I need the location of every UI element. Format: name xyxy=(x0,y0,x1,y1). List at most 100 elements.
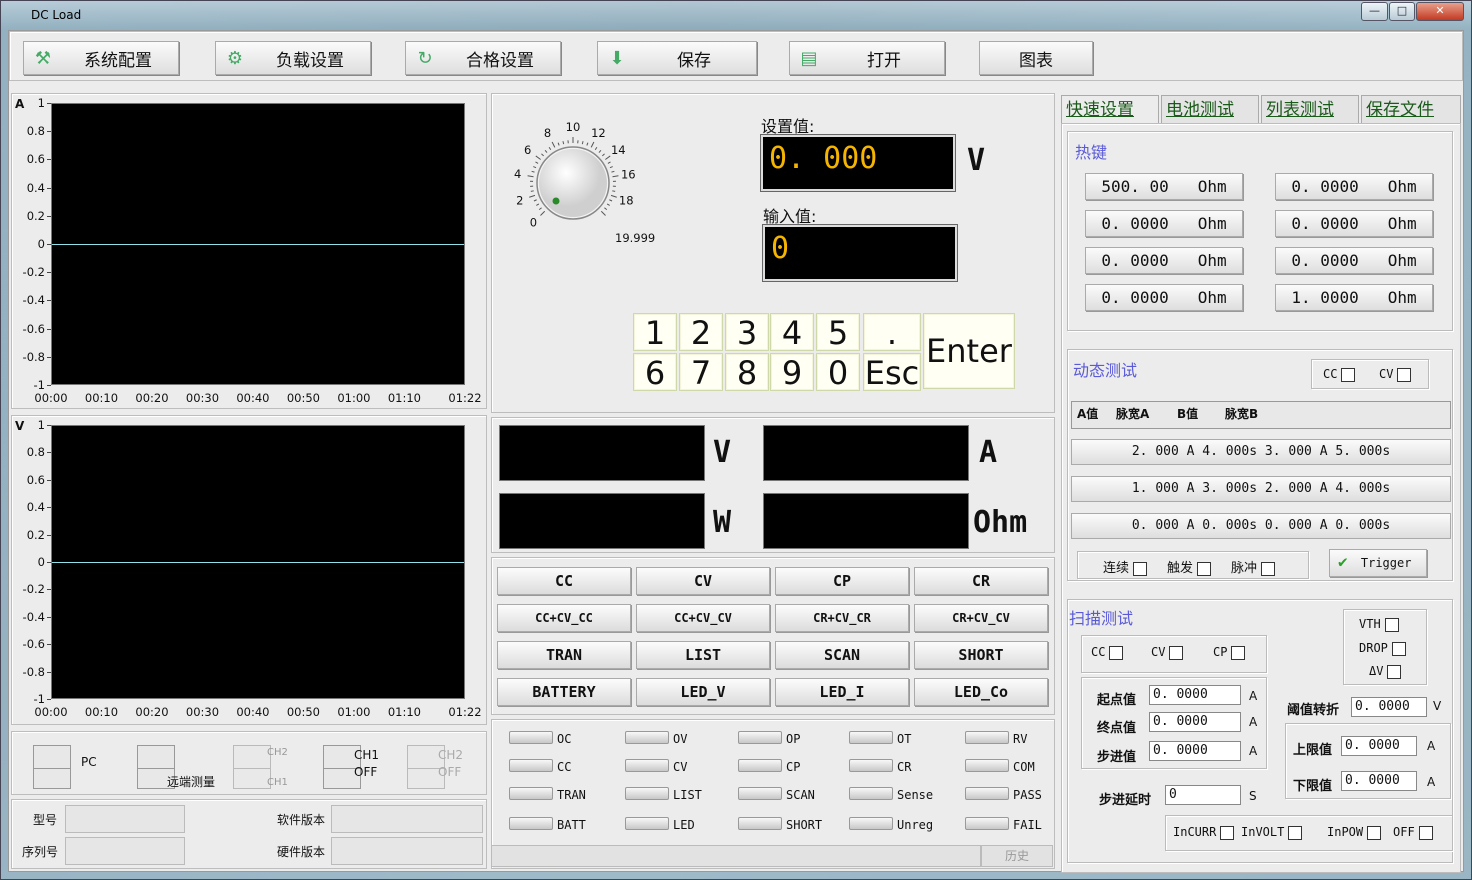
mode-button-cp[interactable]: CP xyxy=(775,567,909,595)
dynamic-row-2[interactable]: 1. 000 A 3. 000s 2. 000 A 4. 000s xyxy=(1071,476,1451,502)
input-label: 输入值: xyxy=(763,207,817,226)
off-checkbox[interactable] xyxy=(1418,825,1433,840)
hotkey-button-2[interactable]: 0. 0000 Ohm xyxy=(1085,210,1243,237)
key-6[interactable]: 6 xyxy=(633,353,677,392)
voltage-unit: V xyxy=(713,435,732,470)
tab-2[interactable]: 列表测试 xyxy=(1261,95,1359,123)
incurr-checkbox[interactable] xyxy=(1220,825,1235,840)
scan-cv-checkbox[interactable] xyxy=(1169,645,1184,660)
involt-checkbox[interactable] xyxy=(1288,825,1303,840)
end-unit: A xyxy=(1249,715,1258,729)
knob-tick xyxy=(562,141,565,145)
key-4[interactable]: 4 xyxy=(770,313,814,352)
inpow-checkbox[interactable] xyxy=(1367,825,1382,840)
key-1[interactable]: 1 xyxy=(633,313,677,352)
step-field[interactable]: 0. 0000 xyxy=(1149,741,1241,761)
mode-button-cc-cv-cc[interactable]: CC+CV_CC xyxy=(497,604,631,632)
mode-button-led-co[interactable]: LED_Co xyxy=(914,678,1048,706)
toolbar-button-0[interactable]: ⚒ 系统配置 xyxy=(23,41,179,75)
status-led-list xyxy=(625,787,669,800)
key-3[interactable]: 3 xyxy=(725,313,769,352)
hotkey-button-3[interactable]: 0. 0000 Ohm xyxy=(1275,210,1433,237)
hotkey-button-6[interactable]: 0. 0000 Ohm xyxy=(1085,284,1243,311)
continuous-checkbox[interactable] xyxy=(1133,561,1148,576)
key-9[interactable]: 9 xyxy=(770,353,814,392)
mode-button-cr[interactable]: CR xyxy=(914,567,1048,595)
upper-limit-field[interactable]: 0. 0000 xyxy=(1341,736,1417,756)
scan-cc-checkbox[interactable] xyxy=(1109,645,1124,660)
key-0[interactable]: 0 xyxy=(816,353,860,392)
start-field[interactable]: 0. 0000 xyxy=(1149,685,1241,705)
key-enter[interactable]: Enter xyxy=(923,313,1015,389)
mode-button-led-i[interactable]: LED_I xyxy=(775,678,909,706)
mode-button-led-v[interactable]: LED_V xyxy=(636,678,770,706)
delay-field[interactable]: 0 xyxy=(1165,785,1241,805)
key-7[interactable]: 7 xyxy=(679,353,723,392)
dynamic-cc-checkbox[interactable] xyxy=(1341,367,1356,382)
mode-button-short[interactable]: SHORT xyxy=(914,641,1048,669)
mode-button-cv[interactable]: CV xyxy=(636,567,770,595)
hotkey-button-1[interactable]: 0. 0000 Ohm xyxy=(1275,173,1433,200)
mode-button-battery[interactable]: BATTERY xyxy=(497,678,631,706)
hotkey-button-4[interactable]: 0. 0000 Ohm xyxy=(1085,247,1243,274)
key-5[interactable]: 5 xyxy=(816,313,860,352)
scan-cp-checkbox[interactable] xyxy=(1231,645,1246,660)
tab-1[interactable]: 电池测试 xyxy=(1161,95,1259,123)
hotkey-button-7[interactable]: 1. 0000 Ohm xyxy=(1275,284,1433,311)
input-display[interactable]: 0 xyxy=(762,224,958,282)
key-dot[interactable]: . xyxy=(863,313,921,352)
close-button[interactable]: ✕ xyxy=(1416,2,1464,21)
history-button[interactable]: 历史 xyxy=(981,845,1053,867)
dynamic-cv-checkbox[interactable] xyxy=(1397,367,1412,382)
minimize-button[interactable]: — xyxy=(1361,2,1388,21)
mode-button-cc[interactable]: CC xyxy=(497,567,631,595)
dynamic-row-3[interactable]: 0. 000 A 0. 000s 0. 000 A 0. 000s xyxy=(1071,513,1451,539)
delta-v-checkbox[interactable] xyxy=(1387,664,1402,679)
mode-button-cr-cv-cr[interactable]: CR+CV_CR xyxy=(775,604,909,632)
chart-y-tick: 0.6 xyxy=(26,152,45,167)
status-led-batt xyxy=(509,817,553,830)
mode-button-cc-cv-cv[interactable]: CC+CV_CV xyxy=(636,604,770,632)
toolbar-button-5[interactable]: 图表 xyxy=(979,41,1093,75)
tab-0[interactable]: 快速设置 xyxy=(1061,95,1159,123)
pc-switch[interactable] xyxy=(33,745,71,789)
hotkey-button-5[interactable]: 0. 0000 Ohm xyxy=(1275,247,1433,274)
maximize-button[interactable]: □ xyxy=(1389,2,1415,21)
key-2[interactable]: 2 xyxy=(679,313,723,352)
mode-button-scan[interactable]: SCAN xyxy=(775,641,909,669)
tab-3[interactable]: 保存文件 xyxy=(1361,95,1461,123)
pulse-checkbox[interactable] xyxy=(1261,561,1276,576)
upper-limit-label: 上限值 xyxy=(1293,743,1333,758)
dynamic-row-1[interactable]: 2. 000 A 4. 000s 3. 000 A 5. 000s xyxy=(1071,439,1451,465)
key-8[interactable]: 8 xyxy=(725,353,769,392)
chart-y-tick: 1 xyxy=(37,96,45,110)
key-esc[interactable]: Esc xyxy=(863,353,921,392)
toolbar-button-1[interactable]: ⚙ 负载设置 xyxy=(215,41,371,75)
knob-tick xyxy=(581,141,584,145)
triggered-checkbox[interactable] xyxy=(1197,561,1212,576)
vth-checkbox[interactable] xyxy=(1384,617,1399,632)
knob-tick xyxy=(548,146,552,151)
header-b-value: B值 xyxy=(1177,407,1199,421)
mode-button-list[interactable]: LIST xyxy=(636,641,770,669)
toolbar-button-4[interactable]: ▤ 打开 xyxy=(789,41,945,75)
status-led-label: OC xyxy=(557,732,572,746)
current-meter xyxy=(763,425,969,481)
knob[interactable]: 02 468 10 12 14 16 18 xyxy=(501,107,661,247)
mode-button-tran[interactable]: TRAN xyxy=(497,641,631,669)
trigger-button[interactable]: ✔ Trigger xyxy=(1329,549,1427,577)
ch2-ch1-switch[interactable] xyxy=(233,745,271,789)
toolbar-button-3[interactable]: ⬇ 保存 xyxy=(597,41,757,75)
hotkey-button-0[interactable]: 500. 00 Ohm xyxy=(1085,173,1243,200)
chart-y-tick-mark xyxy=(47,272,51,274)
threshold-field[interactable]: 0. 0000 xyxy=(1351,697,1427,717)
end-field[interactable]: 0. 0000 xyxy=(1149,712,1241,732)
knob-tick xyxy=(536,203,540,206)
mode-button-cr-cv-cv[interactable]: CR+CV_CV xyxy=(914,604,1048,632)
lower-limit-field[interactable]: 0. 0000 xyxy=(1341,771,1417,791)
drop-checkbox[interactable] xyxy=(1391,641,1406,656)
chart-y-tick-mark xyxy=(47,356,51,358)
toolbar-button-2[interactable]: ↻ 合格设置 xyxy=(405,41,561,75)
chart-x-tick: 01:22 xyxy=(448,391,482,405)
dynamic-cc-label: CC xyxy=(1323,367,1356,382)
